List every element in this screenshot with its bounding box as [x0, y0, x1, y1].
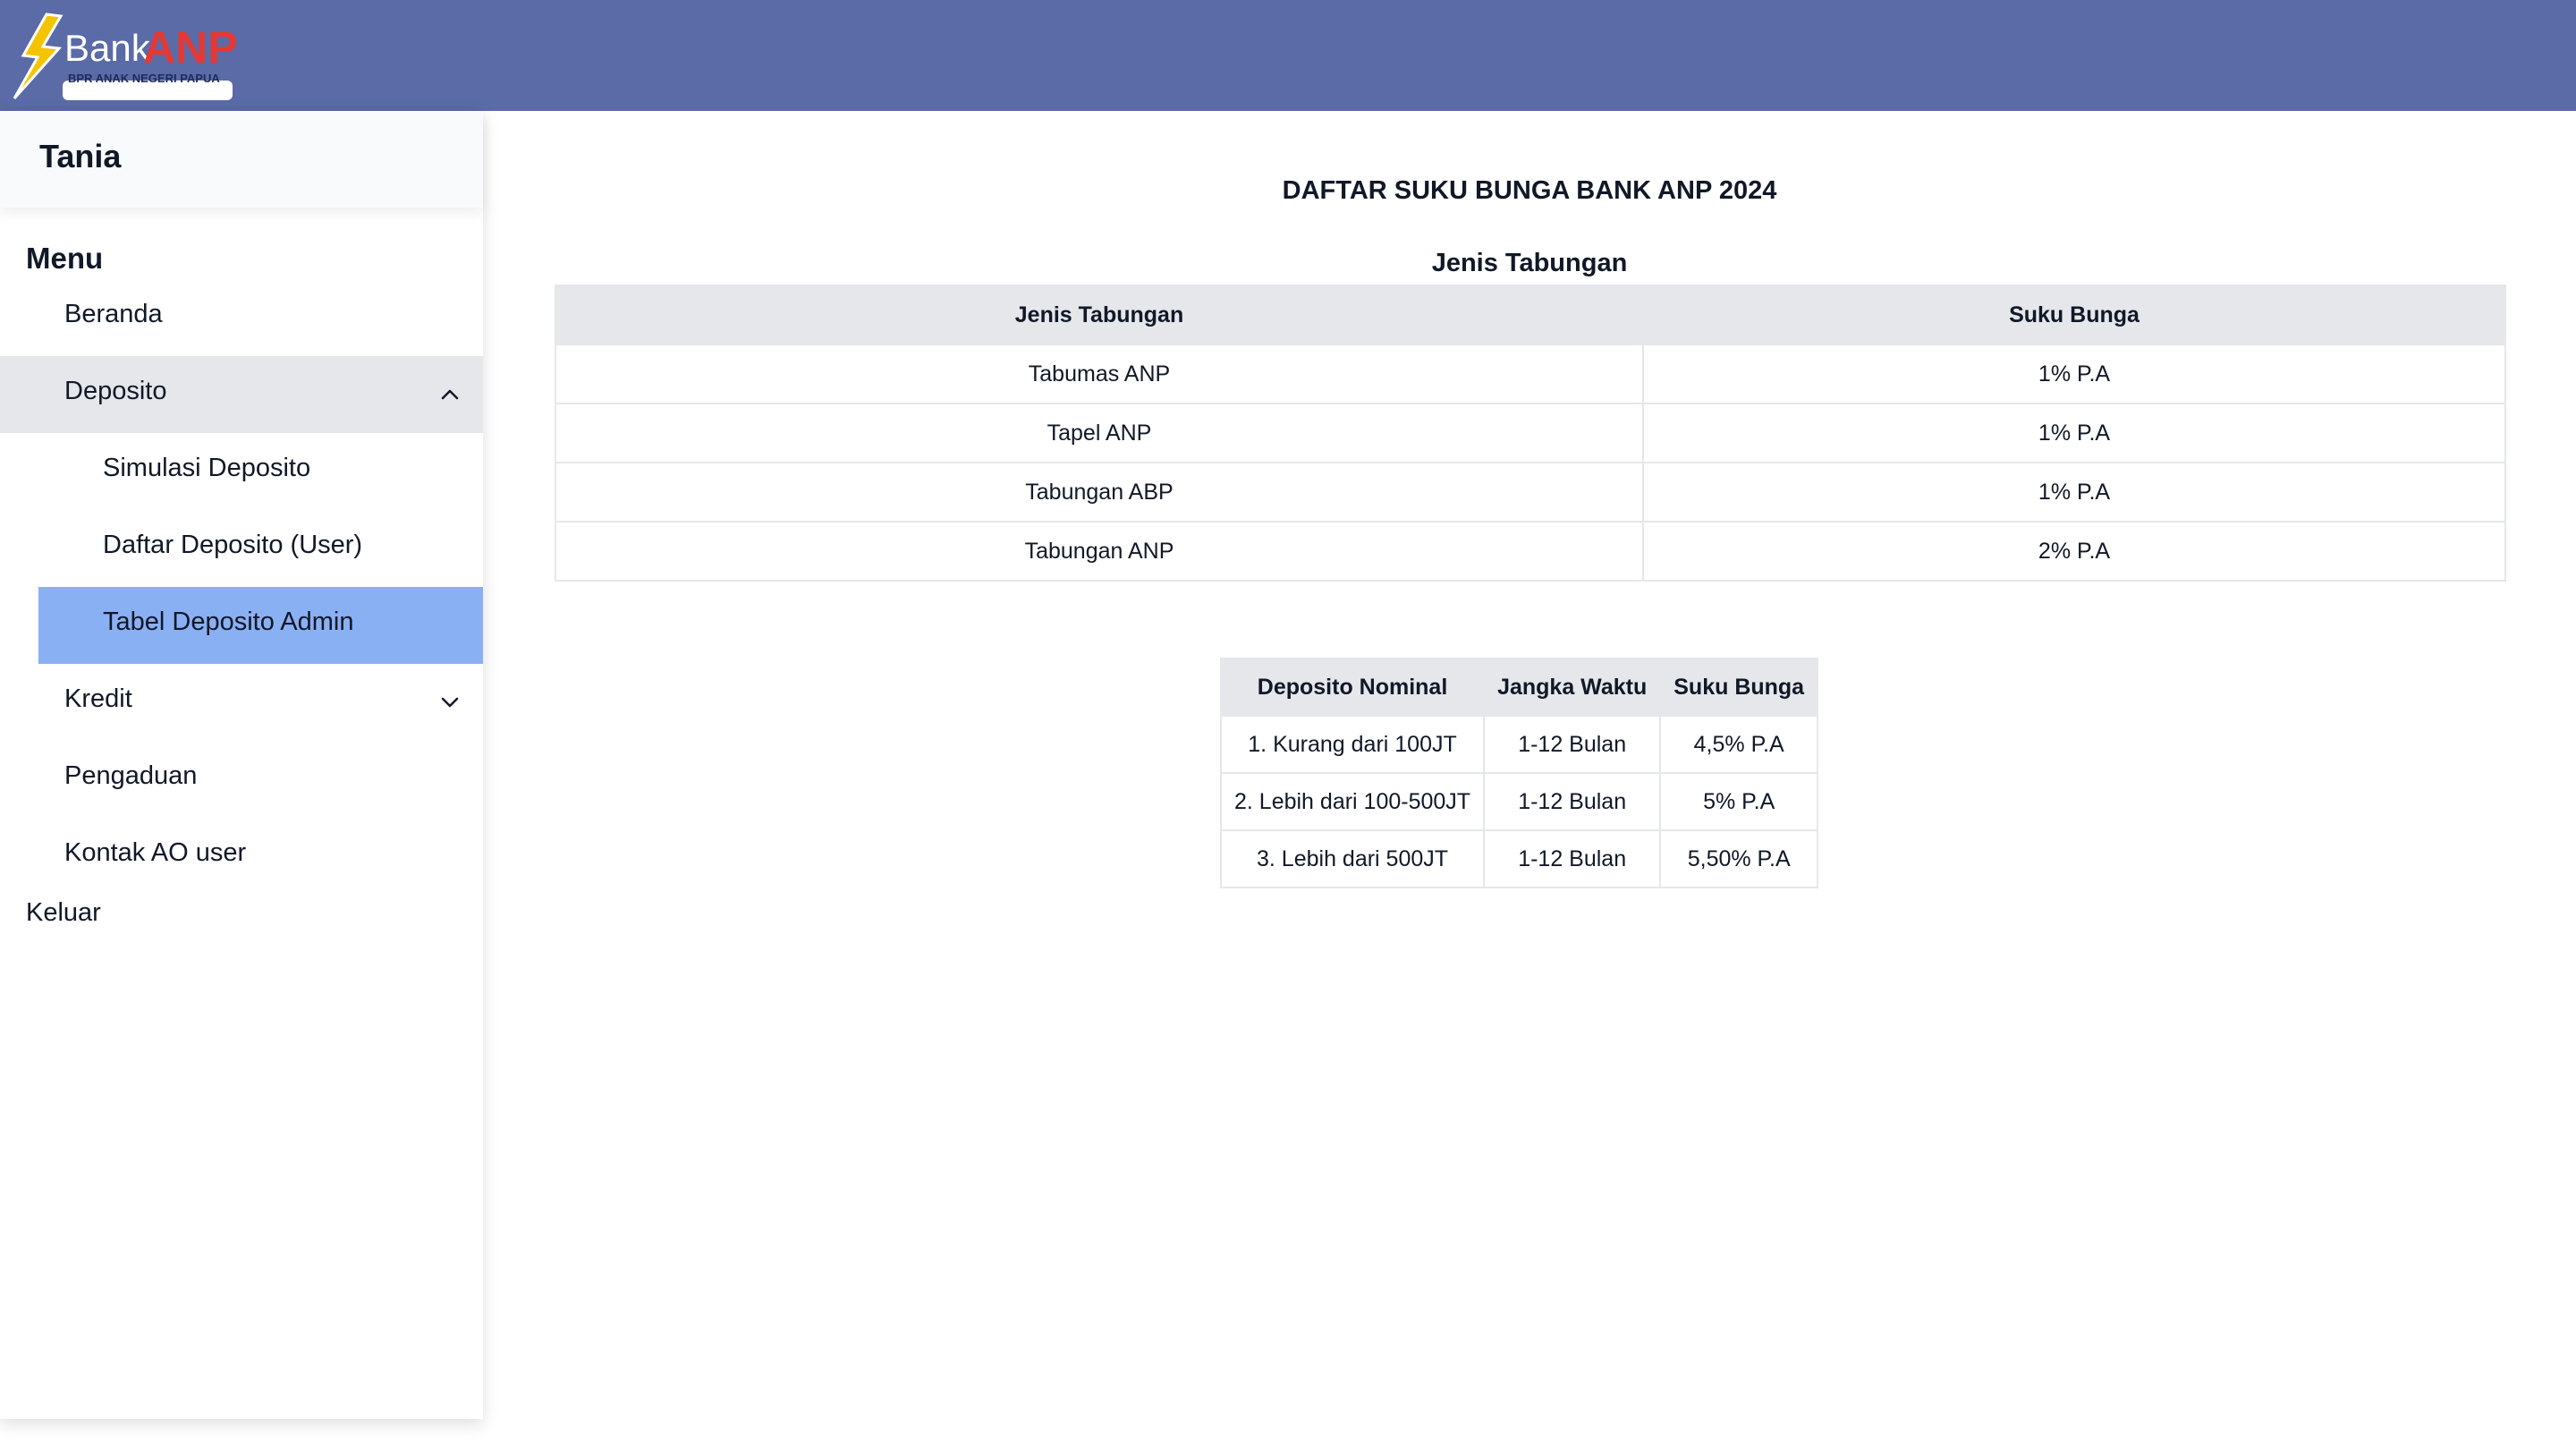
- chevron-down-icon[interactable]: [438, 691, 462, 714]
- interest-rate-cell: 1% P.A: [1642, 462, 2506, 523]
- sidebar-item-beranda[interactable]: Beranda: [0, 279, 483, 356]
- sidebar-item-tabel-deposito-admin[interactable]: Tabel Deposito Admin: [38, 587, 483, 664]
- sidebar-item-deposito[interactable]: Deposito: [0, 356, 483, 433]
- table-row: Tabungan ANP 2% P.A: [555, 521, 2506, 582]
- interest-rate-cell: 1% P.A: [1642, 344, 2506, 404]
- logout-link[interactable]: Keluar: [26, 898, 101, 928]
- interest-rate-cell: 4,5% P.A: [1659, 715, 1819, 774]
- top-header: Bank ANP BPR ANAK NEGERI PAPUA: [0, 0, 2576, 111]
- sidebar-item-label: Kredit: [64, 684, 132, 713]
- sidebar-item-kredit[interactable]: Kredit: [0, 664, 483, 741]
- interest-rate-cell: 5,50% P.A: [1659, 829, 1819, 888]
- sidebar: Tania Menu Beranda Deposito Simulasi Dep…: [0, 111, 483, 1419]
- page-title: DAFTAR SUKU BUNGA BANK ANP 2024: [1282, 176, 1777, 205]
- table-header-row: Deposito Nominal Jangka Waktu Suku Bunga: [1219, 658, 1819, 717]
- logo-word-bank: Bank: [64, 27, 150, 69]
- deposit-rate-table: Deposito Nominal Jangka Waktu Suku Bunga…: [1219, 658, 1819, 888]
- table-row: 1. Kurang dari 100JT 1-12 Bulan 4,5% P.A: [1219, 715, 1819, 774]
- term-cell: 1-12 Bulan: [1483, 772, 1662, 831]
- logo-tagline: BPR ANAK NEGERI PAPUA: [68, 72, 220, 85]
- table-row: 2. Lebih dari 100-500JT 1-12 Bulan 5% P.…: [1219, 772, 1819, 831]
- sidebar-item-label: Kontak AO user: [64, 838, 247, 867]
- column-header-suku-bunga: Suku Bunga: [1642, 285, 2506, 345]
- logo-word-anp: ANP: [143, 22, 238, 72]
- column-header-deposito-nominal: Deposito Nominal: [1219, 658, 1486, 717]
- menu-heading: Menu: [26, 242, 104, 275]
- term-cell: 1-12 Bulan: [1483, 829, 1662, 888]
- table-header-row: Jenis Tabungan Suku Bunga: [555, 285, 2506, 345]
- user-name: Tania: [39, 138, 122, 174]
- savings-type-cell: Tabumas ANP: [555, 344, 1644, 404]
- sidebar-item-daftar-deposito-user[interactable]: Daftar Deposito (User): [0, 510, 483, 587]
- interest-rate-cell: 5% P.A: [1659, 772, 1819, 831]
- sidebar-item-label: Daftar Deposito (User): [103, 531, 363, 559]
- term-cell: 1-12 Bulan: [1483, 715, 1662, 774]
- column-header-suku-bunga: Suku Bunga: [1659, 658, 1819, 717]
- savings-type-cell: Tabungan ABP: [555, 462, 1644, 523]
- sidebar-item-label: Beranda: [64, 300, 163, 328]
- sidebar-item-label: Simulasi Deposito: [103, 454, 311, 482]
- nominal-cell: 3. Lebih dari 500JT: [1219, 829, 1486, 888]
- sidebar-item-pengaduan[interactable]: Pengaduan: [0, 741, 483, 818]
- savings-rate-table: Jenis Tabungan Suku Bunga Tabumas ANP 1%…: [555, 285, 2506, 582]
- table-row: 3. Lebih dari 500JT 1-12 Bulan 5,50% P.A: [1219, 829, 1819, 888]
- sidebar-item-kontak-ao-user[interactable]: Kontak AO user: [0, 818, 483, 895]
- interest-rate-cell: 2% P.A: [1642, 521, 2506, 582]
- user-card: Tania: [0, 111, 483, 208]
- interest-rate-cell: 1% P.A: [1642, 403, 2506, 463]
- nominal-cell: 1. Kurang dari 100JT: [1219, 715, 1486, 774]
- column-header-jangka-waktu: Jangka Waktu: [1483, 658, 1662, 717]
- table-row: Tapel ANP 1% P.A: [555, 403, 2506, 463]
- table-row: Tabumas ANP 1% P.A: [555, 344, 2506, 404]
- table-row: Tabungan ABP 1% P.A: [555, 462, 2506, 523]
- chevron-up-icon[interactable]: [438, 383, 462, 406]
- sidebar-item-label: Deposito: [64, 377, 167, 405]
- savings-type-cell: Tabungan ANP: [555, 521, 1644, 582]
- sidebar-item-label: Tabel Deposito Admin: [103, 608, 354, 636]
- savings-table-caption: Jenis Tabungan: [1431, 249, 1628, 277]
- sidebar-item-label: Pengaduan: [64, 761, 198, 790]
- sidebar-item-simulasi-deposito[interactable]: Simulasi Deposito: [0, 433, 483, 510]
- nominal-cell: 2. Lebih dari 100-500JT: [1219, 772, 1486, 831]
- column-header-jenis-tabungan: Jenis Tabungan: [555, 285, 1644, 345]
- savings-type-cell: Tapel ANP: [555, 403, 1644, 463]
